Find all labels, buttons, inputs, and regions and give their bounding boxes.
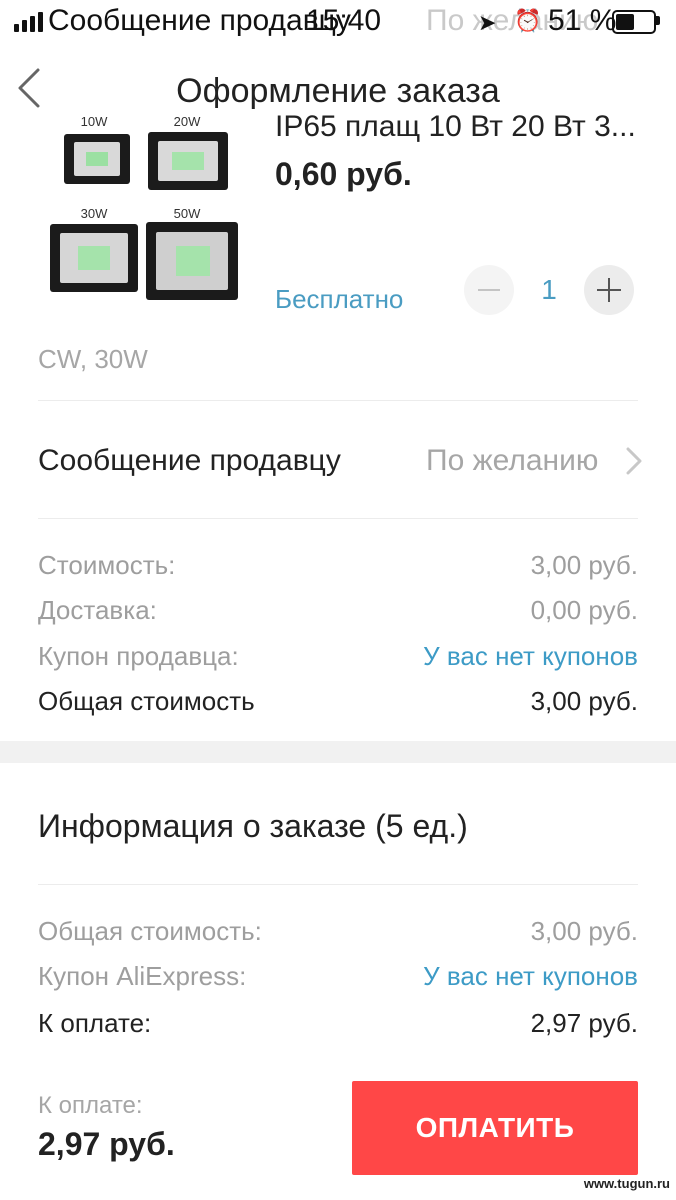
shipping-label[interactable]: Бесплатно <box>275 284 403 315</box>
order-info-title: Информация о заказе (5 ед.) <box>38 808 468 844</box>
battery-percent: 51 % <box>548 4 617 37</box>
signal-icon <box>14 12 46 32</box>
plus-icon <box>597 278 621 302</box>
footer-total: 2,97 руб. <box>38 1126 175 1162</box>
product-variant: CW, 30W <box>38 344 148 374</box>
image-label-20w: 20W <box>174 114 201 129</box>
image-label-50w: 50W <box>174 206 201 221</box>
section-separator <box>0 741 676 763</box>
delivery-label: Доставка: <box>38 595 157 625</box>
aliexpress-coupon-label: Купон AliExpress: <box>38 961 247 991</box>
cost-label: Стоимость: <box>38 550 176 580</box>
status-bar: По желанию Сообщение продавцу 15:40 ➤ ⏰ … <box>0 0 676 44</box>
divider <box>38 884 638 885</box>
seller-message-label[interactable]: Сообщение продавцу <box>38 444 341 478</box>
minus-icon <box>478 289 500 291</box>
order-total-value: 3,00 руб. <box>530 916 638 946</box>
delivery-value: 0,00 руб. <box>530 595 638 625</box>
battery-tip <box>656 16 660 25</box>
alarm-icon: ⏰ <box>514 8 542 33</box>
seller-coupon-label: Купон продавца: <box>38 641 239 671</box>
image-label-10w: 10W <box>81 114 108 129</box>
product-image[interactable]: 10W 20W 30W 50W <box>44 108 244 312</box>
to-pay-value: 2,97 руб. <box>530 1008 638 1038</box>
status-time: 15:40 <box>306 4 382 37</box>
divider <box>38 518 638 519</box>
total-cost-label: Общая стоимость <box>38 686 255 716</box>
footer-pay-label: К оплате: <box>38 1092 143 1119</box>
total-cost-value: 3,00 руб. <box>530 686 638 716</box>
quantity-increase-button[interactable] <box>584 265 634 315</box>
page-title: Оформление заказа <box>176 72 500 110</box>
aliexpress-coupon-link[interactable]: У вас нет купонов <box>423 961 638 992</box>
seller-coupon-link[interactable]: У вас нет купонов <box>423 641 638 672</box>
image-label-30w: 30W <box>81 206 108 221</box>
quantity-value[interactable]: 1 <box>524 274 574 306</box>
order-total-label: Общая стоимость: <box>38 916 262 946</box>
location-arrow-icon: ➤ <box>478 10 497 35</box>
quantity-decrease-button[interactable] <box>464 265 514 315</box>
chevron-right-icon[interactable] <box>622 444 646 478</box>
divider <box>38 400 638 401</box>
pay-button[interactable]: ОПЛАТИТЬ <box>352 1081 638 1175</box>
battery-level <box>616 14 634 30</box>
battery-icon <box>612 10 656 34</box>
product-price: 0,60 руб. <box>275 156 412 192</box>
product-title[interactable]: IP65 плащ 10 Вт 20 Вт 3... <box>275 110 655 144</box>
seller-message-value[interactable]: По желанию <box>426 444 598 478</box>
cost-value: 3,00 руб. <box>530 550 638 580</box>
watermark: www.tugun.ru <box>583 1176 670 1191</box>
to-pay-label: К оплате: <box>38 1008 152 1038</box>
